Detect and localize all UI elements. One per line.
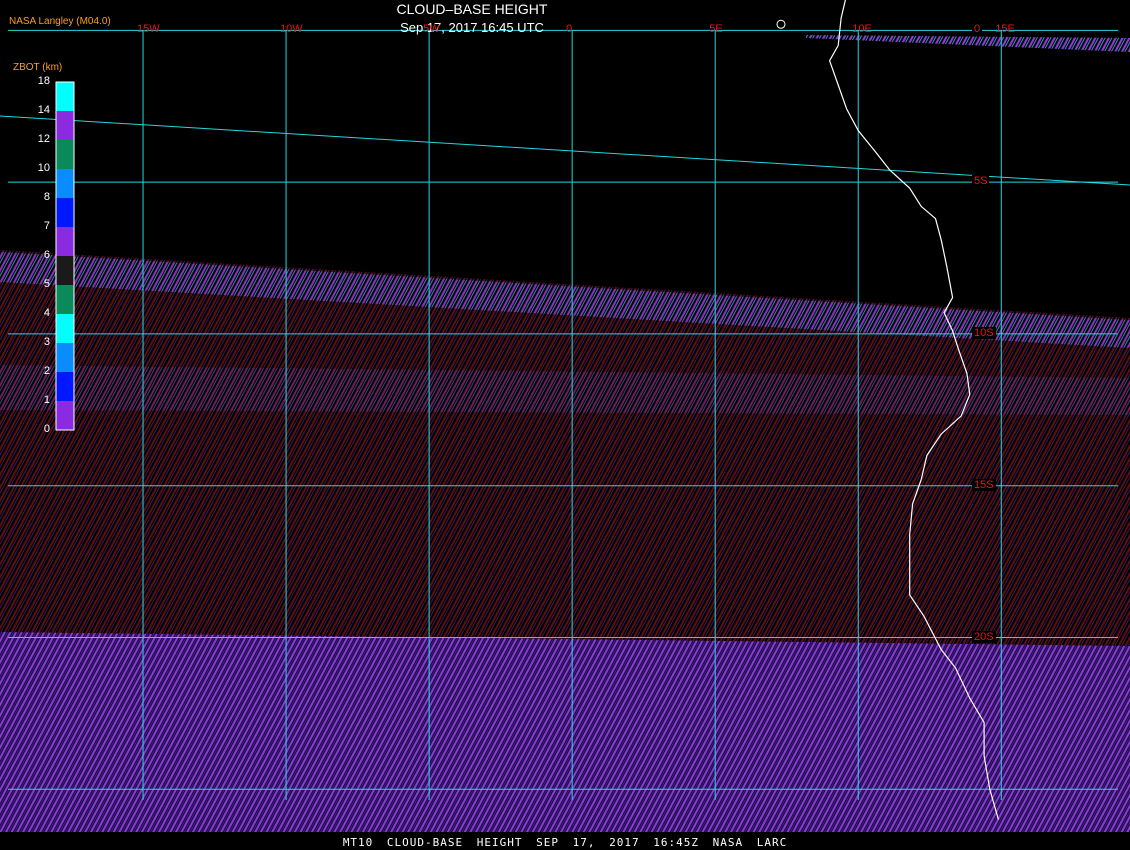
colorbar-segment [56, 82, 74, 112]
colorbar-tick-label: 14 [37, 104, 50, 116]
longitude-label: 5W [423, 23, 440, 35]
colorbar-segment [56, 343, 74, 373]
colorbar-segment [56, 198, 74, 228]
colorbar-segment [56, 285, 74, 315]
colorbar-segment [56, 111, 74, 141]
image-title: CLOUD–BASE HEIGHT [396, 1, 548, 17]
longitude-label: 10E [852, 23, 872, 35]
latitude-label: 10S [972, 326, 996, 339]
colorbar-segment [56, 140, 74, 170]
colorbar-segment [56, 372, 74, 402]
colorbar-segment [56, 401, 74, 431]
colorbar-tick-label: 0 [43, 423, 50, 435]
map-svg [0, 0, 1130, 832]
longitude-label: 10W [280, 23, 303, 35]
north-edge-stripe [806, 35, 1130, 52]
latitude-label: 5S [972, 175, 990, 188]
colorbar-segment [56, 227, 74, 257]
colorbar-tick-label: 2 [43, 365, 50, 377]
latitude-label: 15S [972, 478, 996, 491]
colorbar-segment [56, 314, 74, 344]
colorbar-tick-label: 4 [43, 307, 50, 319]
latitude-label: 20S [972, 630, 996, 643]
colorbar-tick-label: 5 [43, 278, 50, 290]
colorbar-tick-label: 6 [43, 249, 50, 261]
colorbar-tick-label: 10 [37, 162, 50, 174]
longitude-label: 0 [566, 23, 573, 35]
colorbar [55, 81, 75, 431]
latitude-label: 0 [972, 23, 983, 36]
colorbar-tick-label: 12 [37, 133, 50, 145]
southern-cloud-band [0, 632, 1130, 832]
footer-caption: MT10 CLOUD-BASE HEIGHT SEP 17, 2017 16:4… [342, 836, 788, 849]
colorbar-tick-label: 7 [43, 220, 50, 232]
colorbar-tick-label: 3 [43, 336, 50, 348]
cloud-field [0, 35, 1130, 832]
colorbar-tick-label: 1 [43, 394, 50, 406]
longitude-label: 5E [709, 23, 723, 35]
longitude-label: 15W [137, 23, 160, 35]
scan-line [0, 115, 1130, 186]
colorbar-segment [56, 169, 74, 199]
colorbar-tick-label: 8 [43, 191, 50, 203]
longitude-label: 15E [995, 23, 1015, 35]
map-canvas: NASA Langley (M04.0) CLOUD–BASE HEIGHT S… [0, 0, 1130, 850]
colorbar-tick-label: 18 [37, 75, 50, 87]
colorbar-title: ZBOT (km) [13, 62, 63, 73]
colorbar-segment [56, 256, 74, 286]
